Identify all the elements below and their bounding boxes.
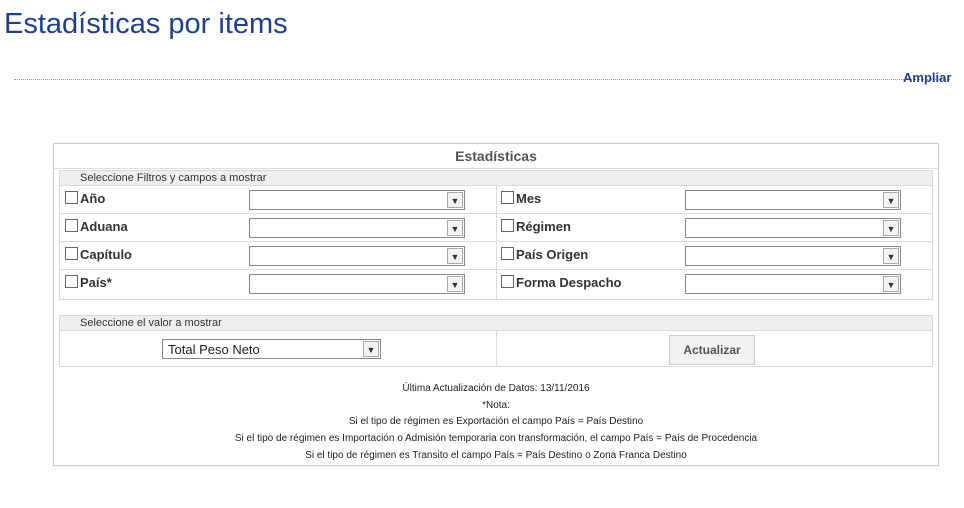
filter-select-regimen[interactable]: ▼ bbox=[685, 218, 901, 238]
chevron-down-icon: ▼ bbox=[363, 341, 379, 357]
filter-checkbox-forma-despacho[interactable] bbox=[501, 275, 514, 288]
chevron-down-icon: ▼ bbox=[883, 276, 899, 292]
filter-label-mes: Mes bbox=[516, 191, 542, 206]
chevron-down-icon: ▼ bbox=[883, 192, 899, 208]
note-line: Si el tipo de régimen es Transito el cam… bbox=[305, 449, 687, 461]
last-update-text: Última Actualización de Datos: 13/11/201… bbox=[402, 383, 590, 394]
value-section-header: Seleccione el valor a mostrar bbox=[60, 316, 932, 331]
note-line: Si el tipo de régimen es Importación o A… bbox=[234, 433, 758, 445]
expand-link[interactable]: Ampliar bbox=[903, 70, 951, 85]
info-block: Última Actualización de Datos: 13/11/201… bbox=[54, 381, 938, 465]
filter-row: Aduana ▼ Régimen ▼ bbox=[60, 214, 932, 242]
filter-select-capitulo[interactable]: ▼ bbox=[249, 246, 465, 266]
value-select[interactable]: Total Peso Neto ▼ bbox=[162, 339, 381, 359]
filter-select-pais-origen[interactable]: ▼ bbox=[685, 246, 901, 266]
filters-section-header: Seleccione Filtros y campos a mostrar bbox=[60, 171, 932, 186]
chevron-down-icon: ▼ bbox=[447, 192, 463, 208]
filter-select-anio[interactable]: ▼ bbox=[249, 190, 465, 210]
filter-select-forma-despacho[interactable]: ▼ bbox=[685, 274, 901, 294]
page-title: Estadísticas por items bbox=[4, 8, 288, 40]
panel-title-divider bbox=[54, 168, 938, 169]
filter-label-regimen: Régimen bbox=[516, 219, 571, 234]
value-section: Seleccione el valor a mostrar Total Peso… bbox=[59, 315, 933, 367]
filter-checkbox-capitulo[interactable] bbox=[65, 247, 78, 260]
filter-label-pais-origen: País Origen bbox=[516, 247, 589, 262]
chevron-down-icon: ▼ bbox=[447, 248, 463, 264]
filter-checkbox-pais[interactable] bbox=[65, 275, 78, 288]
filter-checkbox-pais-origen[interactable] bbox=[501, 247, 514, 260]
filters-section: Seleccione Filtros y campos a mostrar Añ… bbox=[59, 170, 933, 300]
filter-select-pais[interactable]: ▼ bbox=[249, 274, 465, 294]
value-row: Total Peso Neto ▼ Actualizar bbox=[60, 331, 932, 365]
panel-title: Estadísticas bbox=[455, 148, 537, 164]
filter-row: Año ▼ Mes ▼ bbox=[60, 186, 932, 214]
note-line: Si el tipo de régimen es Exportación el … bbox=[348, 416, 644, 428]
chevron-down-icon: ▼ bbox=[447, 276, 463, 292]
update-button[interactable]: Actualizar bbox=[669, 335, 755, 365]
filter-select-mes[interactable]: ▼ bbox=[685, 190, 901, 210]
filter-row: País* ▼ Forma Despacho ▼ bbox=[60, 270, 932, 297]
filter-checkbox-mes[interactable] bbox=[501, 191, 514, 204]
filter-checkbox-aduana[interactable] bbox=[65, 219, 78, 232]
chevron-down-icon: ▼ bbox=[883, 248, 899, 264]
statistics-panel: Estadísticas Seleccione Filtros y campos… bbox=[53, 143, 939, 466]
chevron-down-icon: ▼ bbox=[883, 220, 899, 236]
filter-select-aduana[interactable]: ▼ bbox=[249, 218, 465, 238]
note-title: *Nota: bbox=[482, 399, 510, 411]
filter-label-anio: Año bbox=[80, 191, 106, 206]
filter-checkbox-anio[interactable] bbox=[65, 191, 78, 204]
header-divider bbox=[14, 79, 950, 80]
filter-label-capitulo: Capítulo bbox=[80, 247, 132, 262]
chevron-down-icon: ▼ bbox=[447, 220, 463, 236]
filter-checkbox-regimen[interactable] bbox=[501, 219, 514, 232]
filter-label-pais: País* bbox=[80, 275, 112, 290]
filter-label-forma-despacho: Forma Despacho bbox=[516, 275, 622, 290]
filter-label-aduana: Aduana bbox=[80, 219, 128, 234]
filter-row: Capítulo ▼ País Origen ▼ bbox=[60, 242, 932, 270]
